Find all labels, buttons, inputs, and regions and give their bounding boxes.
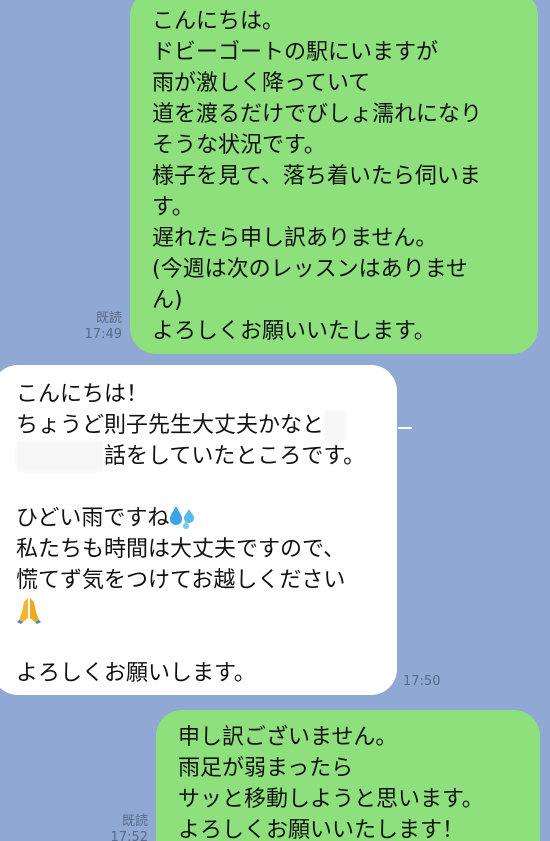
sent-message-bubble[interactable]: こんにちは。 ドビーゴートの駅にいますが 雨が激しく降っていて 道を渡るだけでび… xyxy=(130,0,538,354)
sweat-droplets-icon xyxy=(169,503,197,538)
message-meta: 17:50 xyxy=(403,674,453,690)
message-line: よろしくお願いいたします。 xyxy=(152,319,436,344)
read-receipt: 既読 xyxy=(121,814,148,829)
message-line: 私たちも時間は大丈夫ですので、 xyxy=(16,537,346,562)
message-line: ドビーゴートの駅にいますが xyxy=(152,40,439,65)
message-line: 遅れたら申し訳ありません。 xyxy=(152,226,438,251)
message-text: ちょうど則子先生大丈夫かなと xyxy=(16,413,325,438)
message-text: 話をしていたところです。 xyxy=(104,444,366,469)
message-timestamp: 17:50 xyxy=(403,674,441,689)
message-meta: 既読 17:52 xyxy=(96,814,148,841)
message-line: ん) xyxy=(152,288,183,313)
message-line: サッと移動しようと思います。 xyxy=(178,787,484,812)
message-line: 道を渡るだけでびしょ濡れになり xyxy=(152,102,483,127)
message-line: こんにちは！ xyxy=(16,382,149,407)
message-line: (今週は次のレッスンはありませ xyxy=(152,257,468,282)
message-timestamp: 17:52 xyxy=(110,830,148,841)
redacted-name: ・ xyxy=(324,410,347,441)
cropped-mark xyxy=(398,427,412,429)
message-line: 雨が激しく降っていて xyxy=(152,71,371,96)
message-text: ひどい雨ですね xyxy=(16,506,170,531)
message-timestamp: 17:49 xyxy=(84,327,122,342)
message-line: 申し訳ございません。 xyxy=(178,725,398,750)
message-line: ちょうど則子先生大丈夫かなと・ xyxy=(16,410,397,441)
sent-message-bubble[interactable]: 申し訳ございません。 雨足が弱まったら サッと移動しようと思います。 よろしくお… xyxy=(156,710,540,841)
folded-hands-icon xyxy=(16,596,42,633)
message-line xyxy=(16,596,397,627)
redacted-name: ・・・・ xyxy=(16,441,105,472)
message-line: 慌てず気をつけてお越しください xyxy=(16,568,346,593)
message-line: よろしくお願いします。 xyxy=(16,661,256,686)
message-line: ・・・・話をしていたところです。 xyxy=(16,441,397,472)
message-line: よろしくお願いいたします！ xyxy=(178,818,465,841)
message-meta: 既読 17:49 xyxy=(70,311,122,343)
chat-thread: こんにちは。 ドビーゴートの駅にいますが 雨が激しく降っていて 道を渡るだけでび… xyxy=(0,0,550,841)
message-line: 様子を見て、落ち着いたら伺いま xyxy=(152,164,481,189)
read-receipt: 既読 xyxy=(95,311,122,326)
message-line: こんにちは。 xyxy=(152,9,285,34)
received-message-bubble[interactable]: こんにちは！ ちょうど則子先生大丈夫かなと・ ・・・・話をしていたところです。 … xyxy=(0,365,397,695)
message-line: 雨足が弱まったら xyxy=(178,756,354,781)
message-line: す。 xyxy=(152,195,194,220)
message-line: ひどい雨ですね xyxy=(16,503,397,534)
message-line: そうな状況です。 xyxy=(152,133,326,158)
